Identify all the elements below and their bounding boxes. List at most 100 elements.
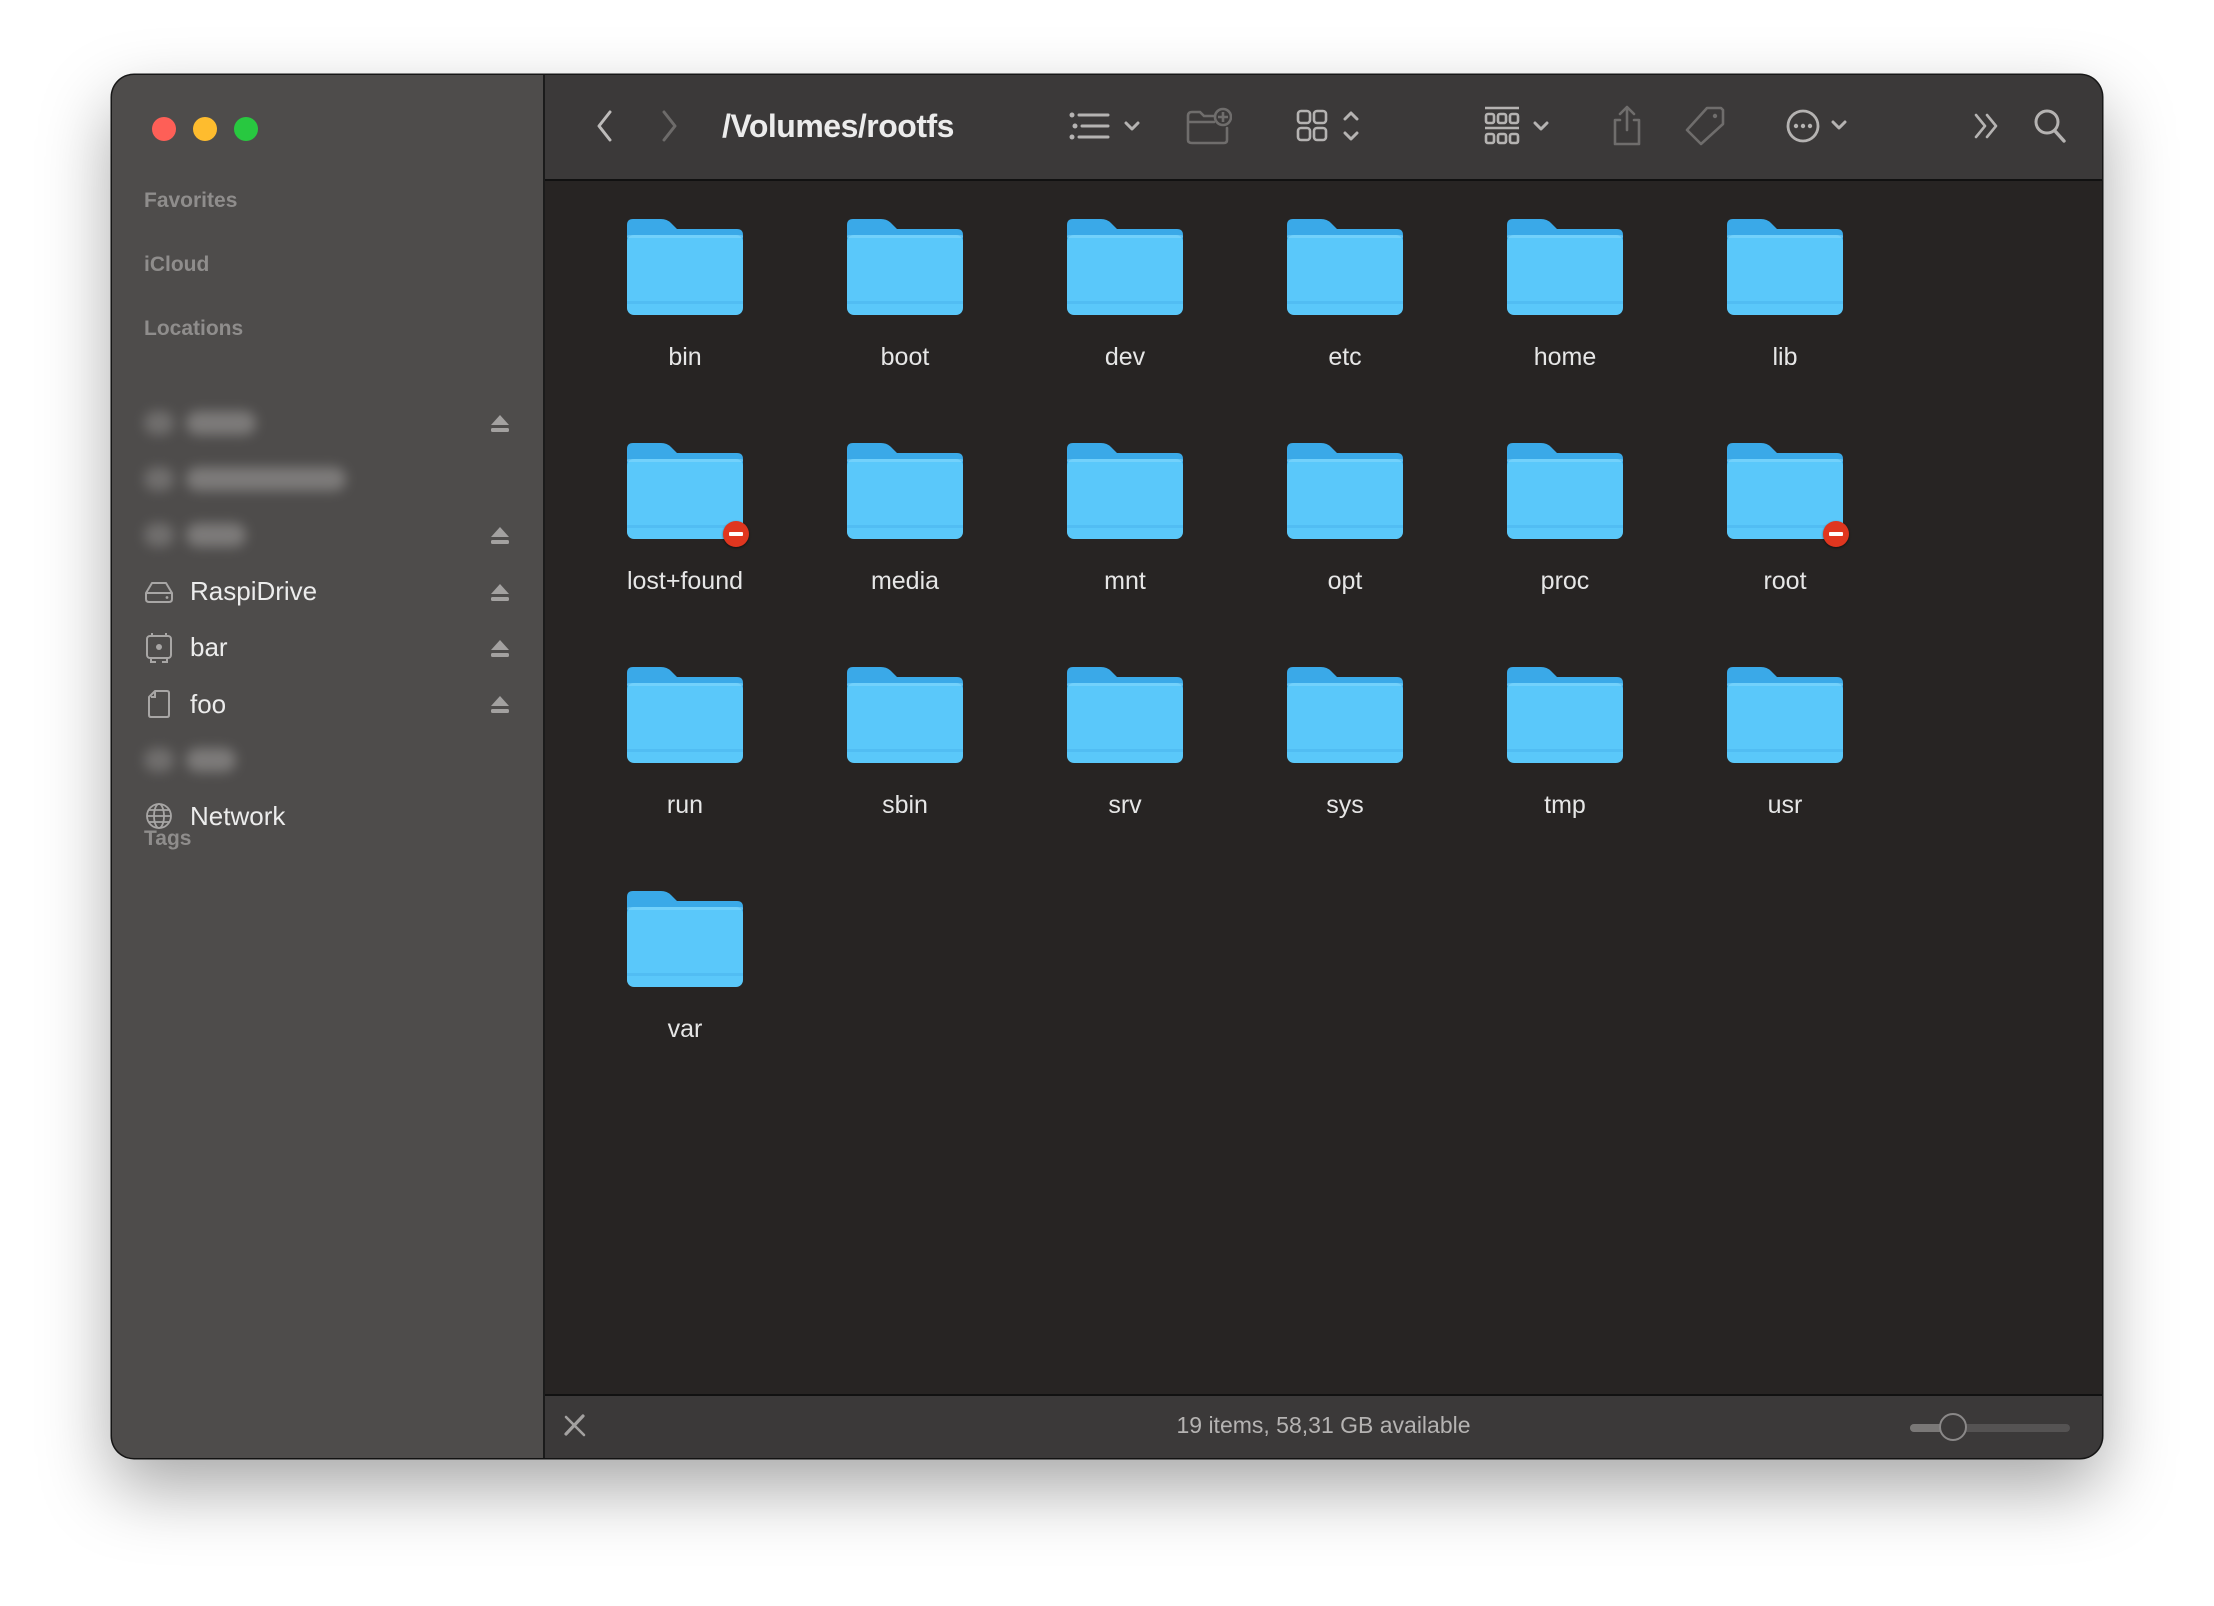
folder-name: dev <box>1104 343 1146 371</box>
chevron-left-icon <box>597 110 612 142</box>
folder-item[interactable]: boot <box>805 217 1005 372</box>
window-controls <box>152 117 258 141</box>
external-drive-icon <box>144 577 174 607</box>
sidebar-item-foo[interactable]: foo <box>144 680 524 728</box>
forward-button[interactable] <box>649 101 689 151</box>
close-button[interactable] <box>152 117 176 141</box>
folder-name: usr <box>1767 791 1803 819</box>
folder-name: root <box>1763 567 1807 595</box>
no-access-badge-icon <box>723 521 749 547</box>
folder-item[interactable]: run <box>585 665 785 820</box>
folder-name: lib <box>1772 343 1798 371</box>
sidebar-item-raspidrive[interactable]: RaspiDrive <box>144 568 524 616</box>
folder-item[interactable]: dev <box>1025 217 1225 372</box>
sd-card-icon <box>144 689 174 719</box>
search-icon <box>2034 109 2066 143</box>
sidebar-section-favorites[interactable]: Favorites <box>144 189 237 213</box>
sidebar-item-label: bar <box>190 632 228 663</box>
eject-icon[interactable] <box>488 411 512 435</box>
search-button[interactable] <box>2025 101 2075 151</box>
folder-icon <box>625 889 745 989</box>
folder-item[interactable]: home <box>1465 217 1665 372</box>
folder-icon <box>1065 217 1185 317</box>
sidebar-section-tags[interactable]: Tags <box>144 827 191 851</box>
folder-name: sbin <box>882 791 928 819</box>
folder-name: bin <box>668 343 702 371</box>
zoom-button[interactable] <box>234 117 258 141</box>
sidebar-item-label: Network <box>190 800 286 831</box>
mac-disk-icon <box>144 632 174 663</box>
sidebar: Favorites iCloud Locations RaspiDrive bar… <box>112 75 545 1458</box>
sidebar-section-icloud[interactable]: iCloud <box>144 253 209 277</box>
folder-icon <box>625 441 749 547</box>
sidebar-item-network[interactable]: Network <box>144 792 524 840</box>
minimize-button[interactable] <box>193 117 217 141</box>
folder-name: lost+found <box>626 567 744 595</box>
eject-icon[interactable] <box>488 636 512 660</box>
share-button[interactable] <box>1607 101 1647 151</box>
folder-item[interactable]: usr <box>1685 665 1885 820</box>
folder-icon <box>1725 665 1845 765</box>
group-icon <box>1484 106 1549 145</box>
slider-thumb[interactable] <box>1939 1413 1968 1441</box>
folder-item[interactable]: lib <box>1685 217 1885 372</box>
status-text: 19 items, 58,31 GB available <box>1176 1412 1471 1438</box>
folder-item[interactable]: sbin <box>805 665 1005 820</box>
folder-icon <box>1725 217 1845 317</box>
folder-item[interactable]: root <box>1685 441 1885 596</box>
folder-icon <box>1285 665 1405 765</box>
list-icon <box>1069 112 1140 140</box>
tag-button[interactable] <box>1680 101 1730 151</box>
folder-item[interactable]: mnt <box>1025 441 1225 596</box>
icon-size-slider[interactable] <box>1910 1413 2070 1441</box>
folder-icon <box>625 217 745 317</box>
folder-icon <box>1065 441 1185 541</box>
sidebar-section-locations[interactable]: Locations <box>144 317 243 341</box>
list-view-button[interactable] <box>1068 101 1152 151</box>
finder-window: Favorites iCloud Locations RaspiDrive bar… <box>112 75 2102 1458</box>
folder-icon <box>1065 665 1185 765</box>
folder-name: boot <box>880 343 930 371</box>
view-mode-button[interactable] <box>1295 101 1375 151</box>
folder-item[interactable]: sys <box>1245 665 1445 820</box>
no-access-badge-icon <box>1823 521 1849 547</box>
folder-item[interactable]: srv <box>1025 665 1225 820</box>
icon-grid-icon <box>1296 109 1359 142</box>
group-by-button[interactable] <box>1483 101 1563 151</box>
new-folder-button[interactable] <box>1183 101 1233 151</box>
folder-plus-icon <box>1186 107 1232 145</box>
file-grid: bin boot dev etc home lib lost+found media mnt op… <box>545 181 2102 1394</box>
chevron-right-icon <box>662 110 677 142</box>
folder-item[interactable]: proc <box>1465 441 1665 596</box>
toolbar-overflow-button[interactable] <box>1967 101 2007 151</box>
folder-item[interactable]: opt <box>1245 441 1445 596</box>
folder-name: mnt <box>1104 567 1146 595</box>
folder-name: run <box>666 791 704 819</box>
sidebar-item-redacted[interactable] <box>144 399 524 447</box>
sidebar-item-label: foo <box>190 688 227 719</box>
folder-item[interactable]: var <box>585 889 785 1044</box>
folder-item[interactable]: etc <box>1245 217 1445 372</box>
folder-name: tmp <box>1544 791 1586 819</box>
folder-item[interactable]: tmp <box>1465 665 1665 820</box>
redacted-location <box>144 467 346 492</box>
sidebar-item-redacted[interactable] <box>144 511 524 559</box>
sidebar-item-redacted[interactable] <box>144 455 524 503</box>
eject-icon[interactable] <box>488 523 512 547</box>
folder-name: proc <box>1540 567 1590 595</box>
eject-icon[interactable] <box>488 692 512 716</box>
back-button[interactable] <box>585 101 625 151</box>
more-actions-button[interactable] <box>1783 101 1863 151</box>
eject-icon[interactable] <box>488 580 512 604</box>
folder-name: srv <box>1108 791 1142 819</box>
folder-icon <box>845 665 965 765</box>
status-bar: 19 items, 58,31 GB available <box>545 1394 2102 1458</box>
folder-icon <box>1505 665 1625 765</box>
sidebar-item-redacted[interactable] <box>144 736 524 784</box>
folder-item[interactable]: media <box>805 441 1005 596</box>
folder-icon <box>1505 441 1625 541</box>
sidebar-item-bar[interactable]: bar <box>144 624 524 672</box>
folder-item[interactable]: lost+found <box>585 441 785 596</box>
sidebar-item-label: RaspiDrive <box>190 576 318 607</box>
folder-item[interactable]: bin <box>585 217 785 372</box>
